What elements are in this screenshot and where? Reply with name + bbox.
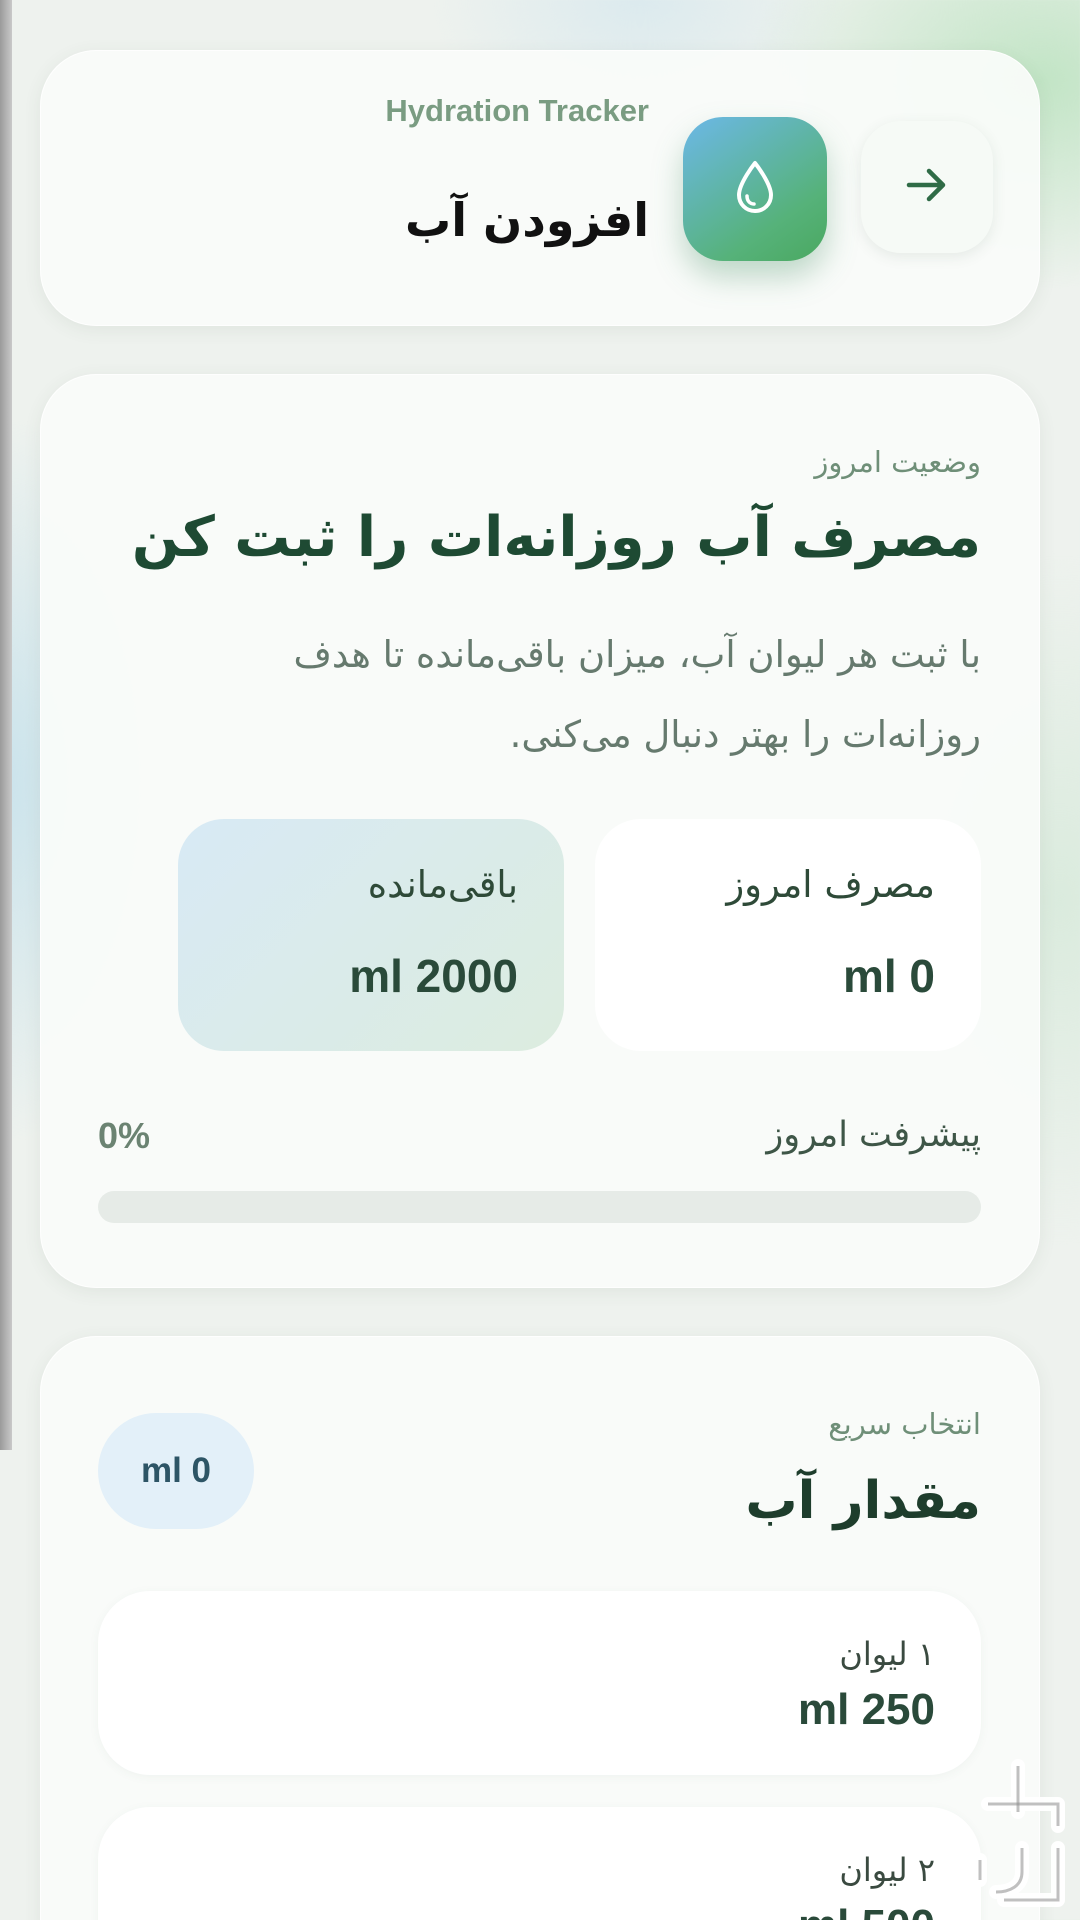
back-button[interactable] xyxy=(861,121,993,253)
remaining-label: باقی‌مانده xyxy=(367,863,518,906)
consumed-value: ml 0 xyxy=(842,950,935,1002)
option-amount: ml 500 xyxy=(798,1901,935,1920)
amount-eyebrow: انتخاب سریع xyxy=(828,1407,981,1441)
amount-option-1-glass[interactable]: ۱ لیوان ml 250 xyxy=(98,1591,981,1775)
remaining-value: ml 2000 xyxy=(349,950,518,1002)
status-card: وضعیت امروز مصرف آب روزانه‌ات را ثبت کن … xyxy=(40,374,1040,1288)
amount-card: انتخاب سریع مقدار آب ml 0 ۱ لیوان ml 250… xyxy=(40,1336,1040,1920)
consumed-label: مصرف امروز xyxy=(726,863,935,906)
option-amount: ml 250 xyxy=(798,1685,935,1734)
app-tag: Hydration Tracker xyxy=(385,93,649,128)
consumed-stat: مصرف امروز ml 0 xyxy=(595,819,981,1051)
option-count: ۲ لیوان xyxy=(839,1851,935,1889)
amount-option-2-glass[interactable]: ۲ لیوان ml 500 xyxy=(98,1807,981,1920)
arrow-right-icon xyxy=(903,163,951,211)
remaining-stat: باقی‌مانده ml 2000 xyxy=(178,819,564,1051)
status-description: با ثبت هر لیوان آب، میزان باقی‌مانده تا … xyxy=(293,633,981,756)
progress-label: پیشرفت امروز xyxy=(766,1115,981,1155)
option-count: ۱ لیوان xyxy=(839,1635,935,1673)
status-eyebrow: وضعیت امروز xyxy=(814,445,981,479)
water-drop-icon xyxy=(733,159,777,219)
water-drop-tile xyxy=(683,117,827,261)
page-title: افزودن آب xyxy=(405,193,649,247)
selected-amount-badge: ml 0 xyxy=(98,1413,254,1529)
header-card: Hydration Tracker افزودن آب xyxy=(40,50,1040,326)
window-edge-bar xyxy=(0,0,12,1450)
progress-percent: 0% xyxy=(98,1115,151,1156)
progress-bar xyxy=(98,1191,981,1223)
status-title: مصرف آب روزانه‌ات را ثبت کن xyxy=(131,505,981,570)
bazaar-watermark-logo xyxy=(966,1752,1080,1920)
amount-title: مقدار آب xyxy=(745,1471,981,1531)
